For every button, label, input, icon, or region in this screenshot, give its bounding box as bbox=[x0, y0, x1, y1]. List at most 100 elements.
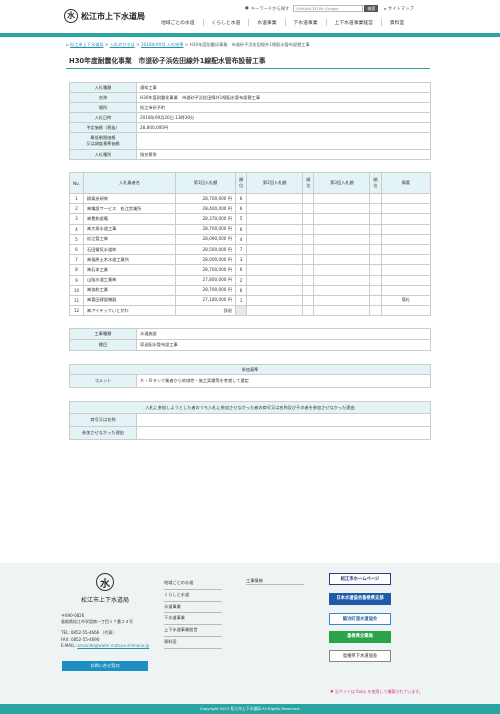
title-underline bbox=[66, 68, 430, 69]
info-value: H30年度耐震化事業 市道砂子浜佐田線外1線配水管布設替工事 bbox=[136, 92, 431, 103]
bid1-rank: 5 bbox=[234, 213, 248, 225]
bid1-amount: 28,400,000 円 bbox=[175, 203, 236, 215]
site-title: 松江市上下水道局 bbox=[81, 11, 145, 21]
bidder-name: ㈱豊和設備 bbox=[83, 213, 176, 225]
info-value: 指名競争 bbox=[136, 149, 431, 160]
footer-nav-item[interactable]: 水道事業 bbox=[164, 602, 222, 614]
bid3-rank bbox=[369, 274, 382, 286]
ruby-notice: ♥ 当サイトは Ruby を使用して構築されています。 bbox=[330, 689, 423, 695]
info-label: 最低制限価格 又は調査基準価格 bbox=[69, 132, 137, 150]
footer-address: 〒690-0826 島根県松江市学園南一丁目１７番２４号 TEL: 0852-5… bbox=[61, 613, 149, 649]
bidder-name: 山陰水道工業㈱ bbox=[83, 274, 176, 286]
bid-note bbox=[380, 305, 432, 317]
bid-no: 10 bbox=[69, 284, 84, 296]
sitemap-link[interactable]: ▸ サイトマップ bbox=[384, 6, 413, 12]
banner-shimane-enterprise[interactable]: 島根県企業局 bbox=[329, 631, 391, 643]
info-label: 入札種類 bbox=[69, 82, 137, 93]
bid1-rank: 6 bbox=[234, 223, 248, 235]
info-value bbox=[136, 132, 431, 150]
bidder-name: ㈱アイテックいとがわ bbox=[83, 305, 176, 317]
info-row: 名称 H30年度耐震化事業 市道砂子浜佐田線外1線配水管布設替工事 bbox=[69, 92, 431, 103]
email-link[interactable]: sessuido@water.matsue.shimane.jp bbox=[77, 643, 149, 648]
bid3-rank bbox=[369, 213, 382, 225]
bid3-rank bbox=[369, 294, 382, 307]
bid2-amount bbox=[246, 223, 304, 235]
footer-nav-item[interactable]: くらしと水道 bbox=[164, 590, 222, 602]
contact-button[interactable]: お問い合せ窓口 bbox=[62, 661, 148, 671]
bid2-amount bbox=[246, 213, 304, 225]
bid2-amount bbox=[246, 305, 304, 317]
col-rank2: 順位 bbox=[302, 172, 315, 194]
info-value: 松江市砂子町 bbox=[136, 102, 431, 113]
nav-item[interactable]: 資料室 bbox=[380, 19, 412, 26]
banner-jwwa-shimane[interactable]: 日本水道協会島根県支部 bbox=[329, 593, 391, 605]
criteria-title: 参加基準 bbox=[69, 364, 431, 376]
footer-nav-item[interactable]: 資料室 bbox=[164, 637, 222, 649]
footer-org-name: 松江市上下水道局 bbox=[80, 597, 129, 604]
bid-no: 11 bbox=[69, 294, 84, 307]
main-content: H30年度耐震化事業 市道砂子浜佐田線外1線配水管布設替工事 入札種類 通知工事名… bbox=[66, 55, 432, 441]
footer-logo[interactable]: 水 松江市上下水道局 bbox=[60, 573, 150, 604]
nav-item[interactable]: 上下水道事業経営 bbox=[325, 19, 381, 26]
bid2-rank bbox=[302, 305, 315, 317]
col-bid2: 第2回入札額 bbox=[246, 172, 304, 194]
nav-item[interactable]: 水道事業 bbox=[248, 19, 284, 26]
footer-nav-item[interactable]: 地域ごとの水道 bbox=[164, 578, 222, 590]
table-row: 8 ㈱石本工業 28,700,000 円6 bbox=[69, 264, 432, 276]
info-row: 入札種類 通知工事 bbox=[69, 82, 431, 93]
bid2-rank bbox=[302, 233, 315, 245]
bid-note bbox=[380, 203, 432, 215]
bid-note bbox=[380, 284, 432, 296]
bid3-rank bbox=[369, 254, 382, 266]
bid-no: 6 bbox=[69, 243, 84, 256]
header: 水 松江市上下水道局 ● キーワードから探す ENHANCED BY Googl… bbox=[0, 0, 500, 33]
info-label: 場所 bbox=[69, 102, 137, 113]
exclusion-label: 商号又は名称 bbox=[69, 413, 137, 428]
search-button[interactable]: 検索 bbox=[364, 5, 379, 12]
bid2-amount bbox=[246, 233, 304, 245]
bid1-rank: 2 bbox=[234, 274, 248, 286]
search-input[interactable]: ENHANCED BY Google bbox=[293, 5, 364, 12]
bid1-amount: 28,700,000 円 bbox=[175, 264, 236, 276]
bid3-amount bbox=[313, 254, 371, 266]
nav-item[interactable]: くらしと水道 bbox=[202, 19, 249, 26]
breadcrumb-current: H30年度耐震化事業 市道砂子浜佐田線外1線配水管布設替工事 bbox=[189, 42, 310, 47]
breadcrumb-link[interactable]: 2018年09月 入札結果 bbox=[141, 42, 183, 47]
nav-item[interactable]: 下水道事業 bbox=[284, 19, 326, 26]
exclusion-title: 入札に参加しようとした者のうち入札に参加させなかった者の商号又は名称及びその者を… bbox=[69, 401, 431, 415]
footer-nav-item[interactable]: 下水道事業 bbox=[164, 613, 222, 626]
bid2-rank bbox=[302, 203, 315, 215]
site-logo[interactable]: 水 松江市上下水道局 bbox=[64, 9, 145, 23]
footer-nav-item[interactable]: 上下水道事業経営 bbox=[164, 625, 222, 637]
bid2-rank bbox=[302, 284, 315, 296]
col-bid3: 第3回入札額 bbox=[313, 172, 371, 194]
bid-no: 7 bbox=[69, 254, 84, 266]
bidder-name: ㈱大塚水道工事 bbox=[83, 223, 176, 235]
exclusion-value bbox=[136, 426, 431, 441]
sitemap-icon: ▸ bbox=[384, 6, 387, 12]
bid-no: 2 bbox=[69, 203, 84, 215]
table-row: 7 ㈱福原土木水道工業所 28,000,000 円3 bbox=[69, 254, 432, 266]
bid2-rank bbox=[302, 294, 315, 307]
banner-matsue-city[interactable]: 松江市ホームページ bbox=[329, 573, 391, 585]
info-label: 予定価格（税抜） bbox=[69, 122, 137, 133]
bid3-amount bbox=[313, 284, 371, 296]
email-label: E-MAIL: bbox=[61, 642, 76, 648]
bid1-rank: 3 bbox=[234, 254, 248, 266]
breadcrumb-link[interactable]: 松江市上下水道局 bbox=[70, 42, 104, 47]
info-value: 2018年09月20日 13時30分 bbox=[136, 112, 431, 123]
bidder-name: ㈱協和工業 bbox=[83, 284, 176, 296]
bid3-amount bbox=[313, 223, 371, 235]
banner-water-association[interactable]: 鍛冶町道水道協会 bbox=[329, 613, 391, 625]
bid-no: 9 bbox=[69, 274, 84, 286]
criteria-value: Ａ・Ｂランク業者から地域性・施工実績等を考慮して選定 bbox=[136, 374, 431, 389]
kind-value: 導送配水管布設工事 bbox=[136, 339, 431, 352]
table-row: 11 ㈱喜田建設機器 27,180,000 円 1 落札 bbox=[69, 294, 432, 307]
bid-no: 1 bbox=[69, 192, 84, 205]
info-row: 場所 松江市砂子町 bbox=[69, 102, 431, 113]
footer-nav-item[interactable]: 工事情報 bbox=[246, 578, 304, 585]
banner-sewerage-association[interactable]: 島根県下水道協会 bbox=[329, 650, 391, 662]
breadcrumb-link[interactable]: 入札のひろば bbox=[110, 42, 135, 47]
nav-item[interactable]: 地域ごとの水道 bbox=[153, 19, 203, 26]
bid1-amount: 28,700,000 円 bbox=[175, 223, 236, 235]
